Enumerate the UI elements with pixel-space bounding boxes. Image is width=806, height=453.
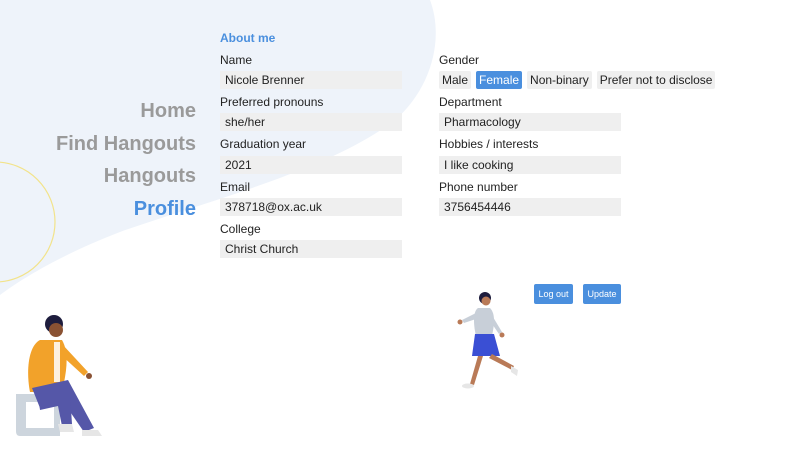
logout-button[interactable]: Log out (534, 284, 573, 304)
nav-profile[interactable]: Profile (0, 193, 196, 226)
name-label: Name (220, 53, 253, 67)
college-input[interactable] (220, 240, 402, 258)
person-sitting-illustration (16, 315, 102, 436)
email-label: Email (220, 180, 251, 194)
name-input[interactable] (220, 71, 402, 89)
main-nav: Home Find Hangouts Hangouts Profile (0, 95, 196, 225)
graduation-input[interactable] (220, 156, 402, 174)
phone-input[interactable] (439, 198, 621, 216)
email-input[interactable] (220, 198, 402, 216)
section-title: About me (220, 31, 276, 45)
person-walking-illustration (457, 292, 518, 389)
gender-label: Gender (439, 53, 480, 67)
hobbies-label: Hobbies / interests (439, 137, 539, 151)
graduation-label: Graduation year (220, 137, 307, 151)
department-label: Department (439, 95, 502, 109)
nav-home[interactable]: Home (0, 95, 196, 128)
update-button[interactable]: Update (583, 284, 621, 304)
gender-option-male[interactable]: Male (439, 71, 472, 89)
pronouns-input[interactable] (220, 113, 402, 131)
gender-option-non-binary[interactable]: Non-binary (527, 71, 592, 89)
pronouns-label: Preferred pronouns (220, 95, 324, 109)
nav-hangouts[interactable]: Hangouts (0, 160, 196, 193)
hobbies-input[interactable] (439, 156, 621, 174)
gender-option-prefer-not[interactable]: Prefer not to disclose (596, 71, 716, 89)
phone-label: Phone number (439, 180, 518, 194)
nav-find-hangouts[interactable]: Find Hangouts (0, 128, 196, 161)
department-input[interactable] (439, 113, 621, 131)
gender-option-female[interactable]: Female (476, 71, 523, 89)
gender-selector: Male Female Non-binary Prefer not to dis… (439, 71, 716, 89)
college-label: College (220, 222, 261, 236)
